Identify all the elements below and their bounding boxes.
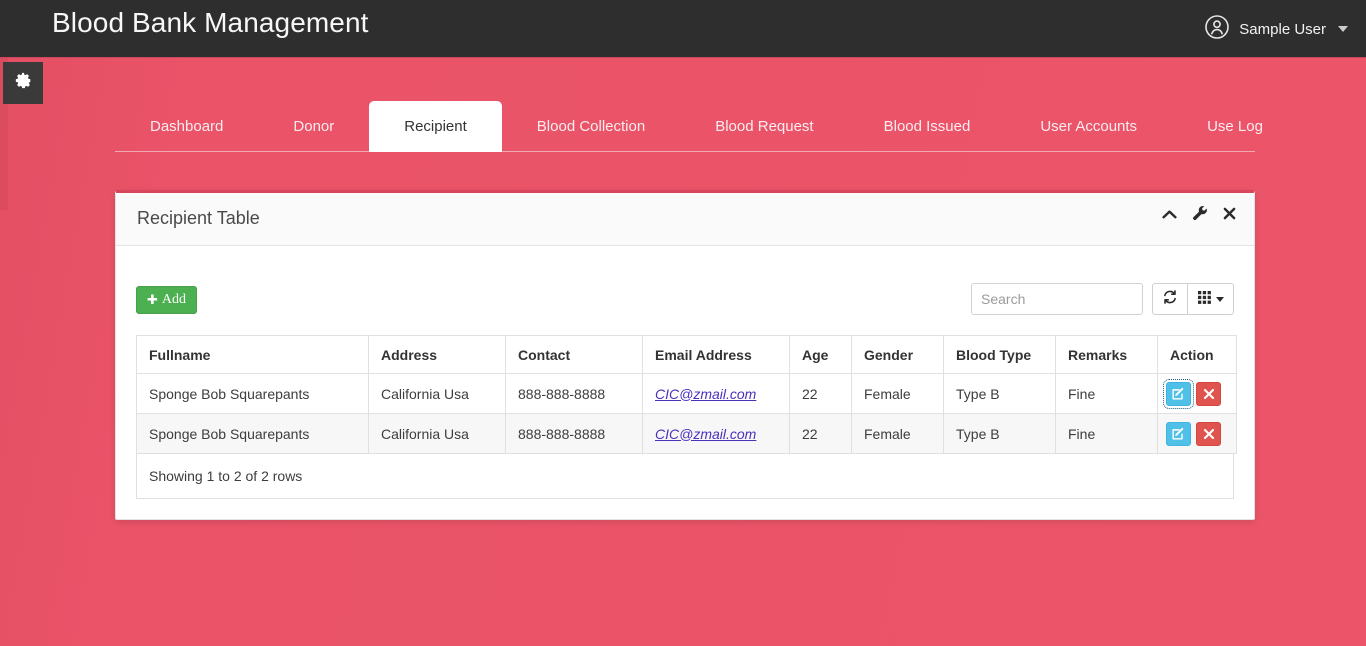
cell-fullname: Sponge Bob Squarepants: [136, 413, 369, 454]
add-button[interactable]: ✚ Add: [136, 286, 198, 314]
cell-age: 22: [789, 373, 852, 414]
search-input[interactable]: [971, 283, 1143, 315]
tab-label: Recipient: [404, 118, 467, 135]
main-tabbar: Dashboard Donor Recipient Blood Collection B…: [115, 101, 1263, 152]
tab-blood-request[interactable]: Blood Request: [680, 101, 848, 151]
add-button-label: Add: [161, 292, 187, 307]
tab-label: Blood Collection: [536, 117, 646, 135]
tab-label: User Accounts: [1040, 117, 1138, 135]
panel-body: ✚ Add Search Fullname Address Contact Em…: [116, 246, 1254, 519]
column-header-remarks[interactable]: Remarks: [1055, 335, 1158, 374]
column-header-email-address[interactable]: Email Address: [642, 335, 790, 374]
email-link[interactable]: CIC@zmail.com: [655, 386, 756, 402]
panel-title: Recipient Table: [137, 208, 260, 228]
gear-icon: [15, 72, 32, 94]
cell-contact: 888-888-8888: [505, 413, 643, 454]
app-page: Blood Bank Management Sample User Dashbo…: [0, 0, 1366, 646]
times-icon: [1203, 428, 1215, 440]
tab-list: Dashboard Donor Recipient Blood Collection B…: [115, 101, 1298, 152]
user-menu[interactable]: Sample User: [1204, 12, 1348, 46]
columns-dropdown-button[interactable]: [1188, 283, 1234, 315]
chevron-up-icon: [1161, 207, 1177, 225]
cell-age: 22: [789, 413, 852, 454]
chevron-down-icon: [1216, 296, 1224, 302]
email-link[interactable]: CIC@zmail.com: [655, 426, 756, 442]
table-footer-status: Showing 1 to 2 of 2 rows: [136, 454, 1234, 499]
column-header-fullname[interactable]: Fullname: [136, 335, 369, 374]
tab-label: Dashboard: [150, 117, 224, 135]
table-body: Sponge Bob Squarepants California Usa 888-…: [136, 373, 1237, 454]
column-header-action[interactable]: Action: [1157, 335, 1237, 374]
panel-tool-buttons: [1161, 205, 1237, 226]
times-icon: [1223, 207, 1236, 225]
app-brand-title: Blood Bank Management: [52, 7, 369, 38]
cell-blood-type: Type B: [943, 413, 1056, 454]
refresh-button[interactable]: [1152, 283, 1188, 315]
tab-recipient[interactable]: Recipient: [369, 101, 502, 152]
delete-row-button[interactable]: [1196, 421, 1221, 446]
tab-user-accounts[interactable]: User Accounts: [1005, 101, 1172, 151]
cell-contact: 888-888-8888: [505, 373, 643, 414]
cell-email: CIC@zmail.com: [642, 373, 790, 414]
wrench-icon: [1192, 205, 1207, 226]
tab-donor[interactable]: Donor: [258, 101, 369, 151]
cell-address: California Usa: [368, 413, 506, 454]
column-header-blood-type[interactable]: Blood Type: [943, 335, 1056, 374]
edit-row-button[interactable]: [1163, 378, 1194, 409]
recipient-table: Fullname Address Contact Email Address Age Ge…: [136, 335, 1237, 454]
cell-action: [1157, 413, 1237, 454]
pencil-square-icon: [1172, 427, 1185, 440]
panel-settings-button[interactable]: [1191, 205, 1207, 226]
table-row[interactable]: Sponge Bob Squarepants California Usa 888-…: [136, 413, 1237, 454]
cell-remarks: Fine: [1055, 413, 1158, 454]
tab-label: Blood Request: [715, 117, 814, 135]
tab-label: Donor: [293, 117, 335, 135]
times-icon: [1203, 388, 1215, 400]
tab-label: Blood Issued: [883, 117, 971, 135]
edit-row-button[interactable]: [1166, 421, 1191, 446]
cell-email: CIC@zmail.com: [642, 413, 790, 454]
column-header-address[interactable]: Address: [368, 335, 506, 374]
top-navbar: Blood Bank Management Sample User: [0, 0, 1366, 58]
panel-header: Recipient Table: [116, 193, 1254, 246]
cell-blood-type: Type B: [943, 373, 1056, 414]
plus-icon: ✚: [147, 292, 158, 308]
tab-label: Use Log: [1207, 117, 1263, 135]
row-action-group: [1163, 378, 1228, 409]
table-action-button-group: [1152, 283, 1234, 315]
tab-use-log[interactable]: Use Log: [1172, 101, 1298, 151]
grid-columns-icon: [1197, 289, 1212, 309]
pencil-square-icon: [1172, 387, 1185, 400]
cell-remarks: Fine: [1055, 373, 1158, 414]
cell-action: [1157, 373, 1237, 414]
tab-blood-collection[interactable]: Blood Collection: [502, 101, 680, 151]
toolbar-right-group: [971, 283, 1234, 315]
table-header-row: Fullname Address Contact Email Address Age Ge…: [136, 335, 1237, 374]
user-menu-label: Sample User: [1239, 20, 1326, 38]
recipient-table-panel: Recipient Table ✚ Add Search Fullname Ad…: [115, 190, 1255, 520]
column-header-gender[interactable]: Gender: [851, 335, 944, 374]
delete-row-button[interactable]: [1196, 381, 1221, 406]
refresh-icon: [1162, 289, 1178, 310]
panel-close-button[interactable]: [1221, 207, 1237, 225]
column-header-age[interactable]: Age: [789, 335, 852, 374]
cell-fullname: Sponge Bob Squarepants: [136, 373, 369, 414]
user-circle-icon: [1204, 14, 1230, 44]
settings-toggle-button[interactable]: [3, 62, 43, 104]
column-header-contact[interactable]: Contact: [505, 335, 643, 374]
table-toolbar: ✚ Add: [136, 283, 1234, 320]
chevron-down-icon: [1338, 26, 1348, 32]
row-action-group: [1166, 421, 1228, 446]
cell-gender: Female: [851, 413, 944, 454]
table-row[interactable]: Sponge Bob Squarepants California Usa 888-…: [136, 373, 1237, 414]
tab-dashboard[interactable]: Dashboard: [115, 101, 258, 151]
panel-collapse-button[interactable]: [1161, 207, 1177, 225]
tab-blood-issued[interactable]: Blood Issued: [849, 101, 1006, 151]
cell-address: California Usa: [368, 373, 506, 414]
cell-gender: Female: [851, 373, 944, 414]
